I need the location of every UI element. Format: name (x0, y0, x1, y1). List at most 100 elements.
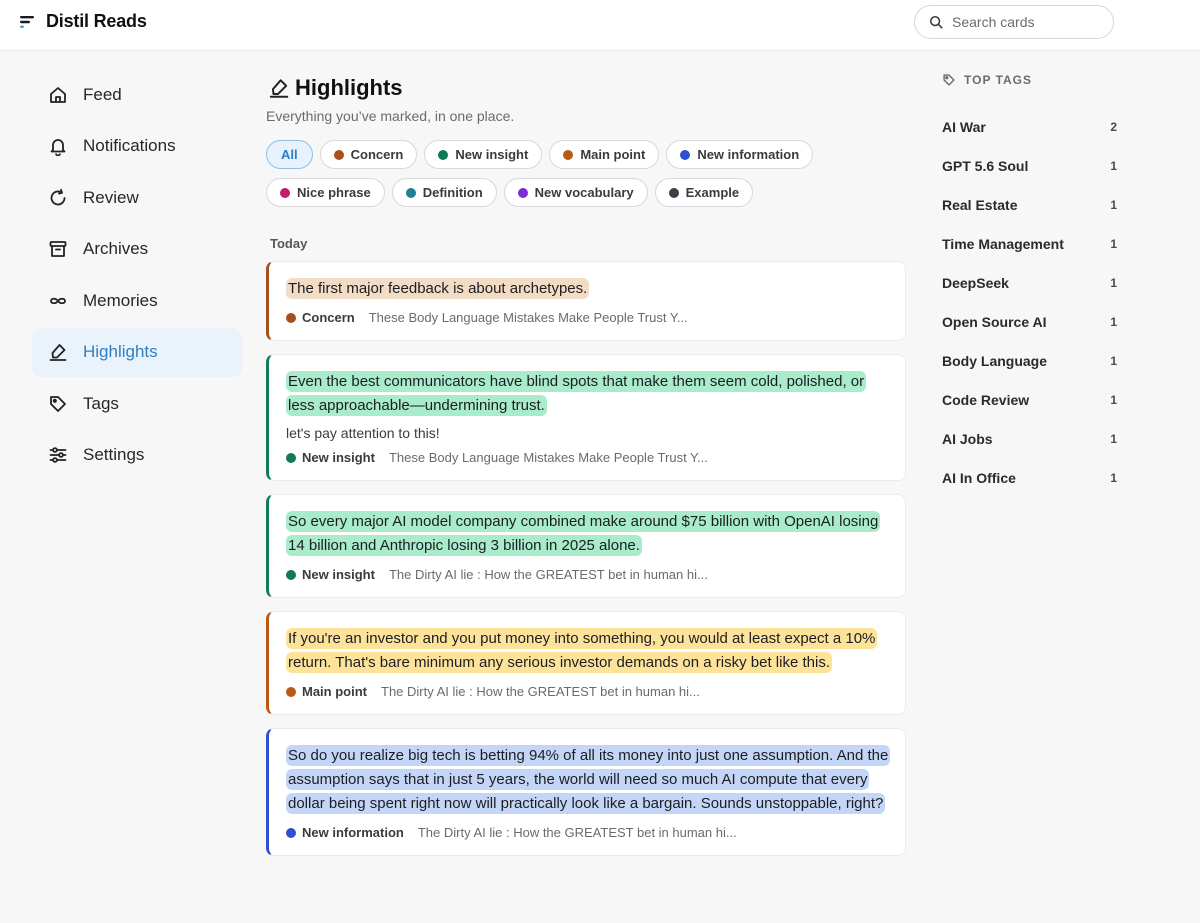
top-tag-ai-jobs[interactable]: AI Jobs 1 (942, 419, 1118, 458)
tag-icon (48, 394, 68, 414)
infinity-icon (48, 291, 68, 311)
app-title: Distil Reads (46, 11, 147, 31)
highlight-text: The first major feedback is about archet… (286, 277, 889, 301)
filter-chip-label: All (281, 147, 298, 162)
highlight-tag[interactable]: Main point (302, 684, 367, 699)
highlight-card[interactable]: Even the best communicators have blind s… (266, 354, 906, 481)
top-tag-body-language[interactable]: Body Language 1 (942, 341, 1118, 380)
filter-chip-label: Nice phrase (297, 185, 371, 200)
top-tag-ai-war[interactable]: AI War 2 (942, 107, 1118, 146)
filter-chip-label: New insight (455, 147, 529, 162)
sidebar-item-feed[interactable]: Feed (32, 70, 242, 119)
top-tag-count: 1 (1110, 236, 1117, 251)
top-tag-name: Time Management (942, 235, 1064, 252)
top-tag-name: Real Estate (942, 196, 1018, 213)
filter-chip-label: Concern (350, 147, 404, 162)
sidebar-item-notifications[interactable]: Notifications (32, 122, 242, 171)
highlight-source[interactable]: These Body Language Mistakes Make People… (389, 450, 708, 465)
top-tag-name: GPT 5.6 Soul (942, 157, 1029, 174)
filter-chip-example[interactable]: Example (654, 178, 754, 207)
top-tag-count: 1 (1110, 431, 1117, 446)
bell-icon (48, 136, 68, 156)
highlight-tag[interactable]: New insight (302, 450, 375, 465)
tag-icon (943, 74, 955, 86)
archive-icon (48, 239, 68, 259)
color-dot (438, 149, 449, 160)
search-input[interactable] (952, 14, 1102, 30)
section-label-today: Today (270, 236, 308, 251)
highlight-card[interactable]: So every major AI model company combined… (266, 494, 906, 598)
sidebar-item-tags[interactable]: Tags (32, 379, 242, 428)
sidebar-item-label: Notifications (83, 136, 176, 155)
tag-color-dot (286, 569, 296, 580)
brand[interactable]: Distil Reads (19, 11, 147, 32)
highlight-meta: New insight These Body Language Mistakes … (286, 450, 889, 465)
filter-chip-label: Example (685, 185, 740, 200)
top-tag-name: AI Jobs (942, 430, 993, 447)
top-tag-deepseek[interactable]: DeepSeek 1 (942, 263, 1118, 302)
top-tag-name: DeepSeek (942, 274, 1009, 291)
sidebar-item-review[interactable]: Review (32, 173, 242, 222)
sidebar-item-highlights[interactable]: Highlights (32, 327, 242, 377)
filter-chip-new-information[interactable]: New information (666, 140, 814, 169)
top-tag-gpt-5-6-soul[interactable]: GPT 5.6 Soul 1 (942, 146, 1118, 185)
color-dot (563, 149, 574, 160)
top-tag-name: Code Review (942, 391, 1030, 408)
filter-chip-label: New vocabulary (534, 185, 634, 200)
refresh-icon (48, 188, 68, 208)
top-tag-count: 1 (1110, 470, 1117, 485)
highlight-tag[interactable]: Concern (302, 310, 355, 325)
highlight-card[interactable]: The first major feedback is about archet… (266, 261, 906, 341)
highlight-card[interactable]: If you're an investor and you put money … (266, 611, 906, 715)
home-icon (48, 85, 68, 105)
filter-chip-all[interactable]: All (266, 140, 313, 169)
page-subtitle: Everything you’ve marked, in one place. (266, 108, 515, 124)
top-tag-count: 1 (1110, 158, 1117, 173)
filter-chip-definition[interactable]: Definition (391, 178, 497, 207)
top-tag-ai-in-office[interactable]: AI In Office 1 (942, 458, 1118, 497)
search-box[interactable] (914, 5, 1114, 39)
filter-chip-new-vocabulary[interactable]: New vocabulary (503, 178, 648, 207)
tag-color-dot (286, 686, 296, 697)
sidebar-item-settings[interactable]: Settings (32, 431, 242, 480)
highlight-text: So do you realize big tech is betting 94… (286, 744, 891, 816)
highlight-meta: Main point The Dirty AI lie : How the GRE… (286, 684, 889, 699)
highlight-source[interactable]: The Dirty AI lie : How the GREATEST bet … (389, 567, 708, 582)
highlight-source[interactable]: The Dirty AI lie : How the GREATEST bet … (418, 825, 737, 840)
highlight-source[interactable]: These Body Language Mistakes Make People… (369, 310, 688, 325)
tag-color-dot (286, 312, 296, 323)
sliders-icon (48, 445, 68, 465)
filter-chip-main-point[interactable]: Main point (549, 140, 660, 169)
highlight-card[interactable]: So do you realize big tech is betting 94… (266, 728, 906, 856)
logo-icon (20, 15, 34, 28)
color-dot (333, 149, 344, 160)
top-tag-real-estate[interactable]: Real Estate 1 (942, 185, 1118, 224)
top-tags-header: TOP TAGS (942, 70, 1118, 90)
top-tag-open-source-ai[interactable]: Open Source AI 1 (942, 302, 1118, 341)
sidebar-item-archives[interactable]: Archives (32, 225, 242, 274)
highlight-source[interactable]: The Dirty AI lie : How the GREATEST bet … (381, 684, 700, 699)
top-tags-panel: TOP TAGS AI War 2 GPT 5.6 Soul 1 Real Estate… (942, 70, 1118, 497)
top-tag-count: 1 (1110, 353, 1117, 368)
top-tag-name: Open Source AI (942, 313, 1047, 330)
highlight-note: let's pay attention to this! (286, 425, 440, 441)
top-tag-name: AI In Office (942, 469, 1016, 486)
sidebar-item-memories[interactable]: Memories (32, 276, 242, 325)
top-tag-name: Body Language (942, 352, 1048, 369)
highlight-mark: The first major feedback is about archet… (286, 278, 590, 299)
sidebar: Feed Notifications Review Archives Memor… (32, 70, 242, 482)
filter-chip-nice-phrase[interactable]: Nice phrase (266, 178, 385, 207)
highlight-tag[interactable]: New insight (302, 567, 375, 582)
filter-chip-concern[interactable]: Concern (319, 140, 418, 169)
top-tag-code-review[interactable]: Code Review 1 (942, 380, 1118, 419)
highlight-meta: New information The Dirty AI lie : How th… (286, 825, 889, 840)
page-title: Highlights (295, 75, 403, 100)
highlight-mark: So do you realize big tech is betting 94… (286, 745, 891, 814)
highlight-mark: So every major AI model company combined… (286, 511, 881, 556)
highlight-tag[interactable]: New information (302, 825, 404, 840)
top-tag-count: 1 (1110, 197, 1117, 212)
top-tag-time-management[interactable]: Time Management 1 (942, 224, 1118, 263)
filter-chip-new-insight[interactable]: New insight (424, 140, 543, 169)
highlight-text: So every major AI model company combined… (286, 510, 889, 558)
color-dot (405, 187, 416, 198)
